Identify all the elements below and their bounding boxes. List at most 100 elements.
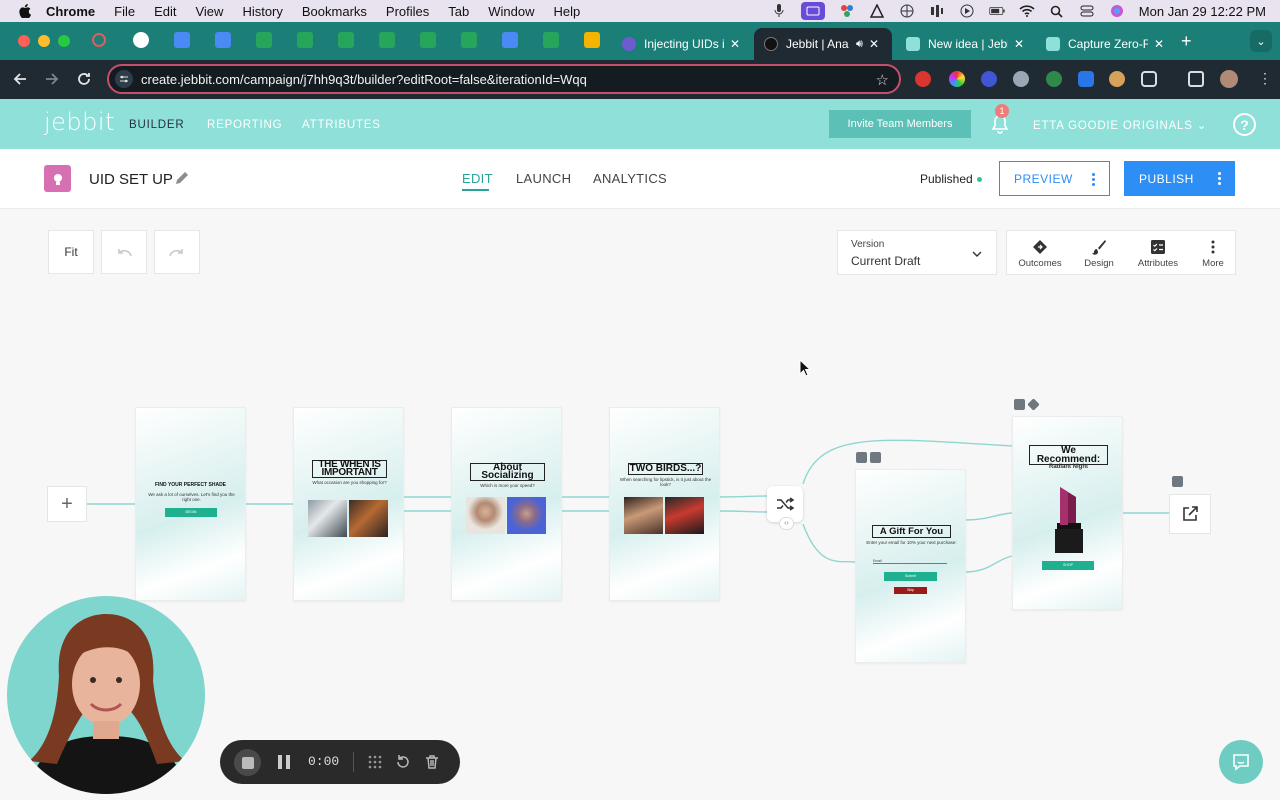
publish-options-icon[interactable] xyxy=(1218,172,1221,185)
minimize-window-button[interactable] xyxy=(38,35,50,47)
menu-history[interactable]: History xyxy=(242,4,282,19)
extension-gray-circle-icon[interactable] xyxy=(1013,71,1029,87)
side-panel-icon[interactable] xyxy=(1188,71,1204,87)
pause-icon[interactable] xyxy=(278,755,290,769)
pinned-tab-slides-icon[interactable] xyxy=(584,32,600,48)
preview-button[interactable]: PREVIEW xyxy=(999,161,1110,196)
audio-bars-icon[interactable] xyxy=(929,4,945,18)
bookmark-star-icon[interactable]: ☆ xyxy=(876,71,889,89)
close-tab-icon[interactable]: ✕ xyxy=(1014,37,1024,51)
wifi-icon[interactable] xyxy=(1019,4,1035,18)
checklist-icon[interactable] xyxy=(870,452,881,463)
account-menu[interactable]: ETTA GOODIE ORIGINALS ⌄ xyxy=(1033,118,1207,132)
undo-button[interactable] xyxy=(101,230,147,274)
pinned-tab-sheets-icon[interactable] xyxy=(338,32,354,48)
nav-builder[interactable]: BUILDER xyxy=(129,119,184,131)
control-center-icon[interactable] xyxy=(1079,4,1095,18)
microphone-icon[interactable] xyxy=(771,4,787,18)
battery-icon[interactable] xyxy=(989,4,1005,18)
triangle-app-icon[interactable] xyxy=(869,4,885,18)
menu-view[interactable]: View xyxy=(195,4,223,19)
extensions-puzzle-icon[interactable] xyxy=(1141,71,1157,87)
menu-edit[interactable]: Edit xyxy=(154,4,176,19)
pinned-tab-sheets-icon[interactable] xyxy=(543,32,559,48)
close-tab-icon[interactable]: ✕ xyxy=(869,37,879,51)
extension-badge-icon[interactable] xyxy=(1046,71,1062,87)
drag-grid-icon[interactable] xyxy=(367,754,383,770)
apple-icon[interactable] xyxy=(18,4,32,18)
tab-analytics[interactable]: ANALYTICS xyxy=(593,171,667,186)
close-tab-icon[interactable]: ✕ xyxy=(730,37,740,51)
new-tab-plus-icon[interactable]: + xyxy=(1181,32,1192,50)
invite-team-members-button[interactable]: Invite Team Members xyxy=(829,110,971,138)
pinned-tab-sheets-icon[interactable] xyxy=(379,32,395,48)
pinned-tab-docs-icon[interactable] xyxy=(215,32,231,48)
chat-launcher-button[interactable] xyxy=(1219,740,1263,784)
flow-screen-occasion[interactable]: THE WHEN IS IMPORTANT What occasion are … xyxy=(293,407,404,601)
pinned-tab-sheets-icon[interactable] xyxy=(297,32,313,48)
jebbit-logo[interactable]: jebbit xyxy=(44,108,115,136)
close-window-button[interactable] xyxy=(18,35,30,47)
site-info-icon[interactable] xyxy=(115,70,133,88)
screen-record-icon[interactable] xyxy=(800,2,825,20)
outcome-diamond-icon[interactable] xyxy=(1027,398,1040,411)
forward-arrow-icon[interactable] xyxy=(44,71,60,87)
menu-app-name[interactable]: Chrome xyxy=(46,4,95,19)
tab-injecting-uids[interactable]: Injecting UIDs i ✕ xyxy=(612,28,750,60)
reload-icon[interactable] xyxy=(76,71,92,87)
flow-screen-two-birds[interactable]: TWO BIRDS...? When searching for lipstic… xyxy=(609,407,720,601)
contact-card-icon[interactable] xyxy=(856,452,867,463)
menu-file[interactable]: File xyxy=(114,4,135,19)
edit-pencil-icon[interactable] xyxy=(173,169,191,187)
design-tool[interactable]: Design xyxy=(1078,231,1120,276)
close-tab-icon[interactable]: ✕ xyxy=(1154,37,1164,51)
pinned-tab-sheets-icon[interactable] xyxy=(420,32,436,48)
redo-button[interactable] xyxy=(154,230,200,274)
stop-recording-button[interactable] xyxy=(234,749,261,776)
nav-reporting[interactable]: REPORTING xyxy=(207,119,282,131)
chrome-menu-icon[interactable]: ⋮ xyxy=(1258,70,1272,87)
tab-jebbit-analytics[interactable]: Jebbit | Ana 🔊︎ ✕ xyxy=(754,28,892,60)
menu-window[interactable]: Window xyxy=(488,4,534,19)
menu-clock[interactable]: Mon Jan 29 12:22 PM xyxy=(1139,4,1266,19)
trash-icon[interactable] xyxy=(424,754,440,770)
menu-bookmarks[interactable]: Bookmarks xyxy=(302,4,367,19)
back-arrow-icon[interactable] xyxy=(12,71,28,87)
code-icon[interactable]: ‹› xyxy=(779,517,794,530)
url-text[interactable]: create.jebbit.com/campaign/j7hh9q3t/buil… xyxy=(141,72,587,87)
fit-button[interactable]: Fit xyxy=(48,230,94,274)
menu-profiles[interactable]: Profiles xyxy=(386,4,429,19)
preview-options-icon[interactable] xyxy=(1092,173,1095,186)
colorful-app-icon[interactable] xyxy=(839,4,855,18)
flow-screen-gift[interactable]: A Gift For You Enter your email for 10% … xyxy=(855,469,966,663)
version-select[interactable]: Version Current Draft xyxy=(837,230,997,275)
search-icon[interactable] xyxy=(1049,4,1065,18)
publish-button[interactable]: PUBLISH xyxy=(1124,161,1235,196)
profile-avatar[interactable] xyxy=(1220,70,1238,88)
tab-edit[interactable]: EDIT xyxy=(462,171,493,186)
extension-flag-icon[interactable] xyxy=(1078,71,1094,87)
flow-screen-intro[interactable]: FIND YOUR PERFECT SHADE We ask a lot of … xyxy=(135,407,246,601)
siri-icon[interactable] xyxy=(1109,4,1125,18)
flow-screen-socializing[interactable]: About Socializing Which is more your spe… xyxy=(451,407,562,601)
extension-blue-circle-icon[interactable] xyxy=(981,71,997,87)
maximize-window-button[interactable] xyxy=(58,35,70,47)
tab-launch[interactable]: LAUNCH xyxy=(516,171,571,186)
nav-attributes[interactable]: ATTRIBUTES xyxy=(302,119,381,131)
attributes-tool[interactable]: Attributes xyxy=(1134,231,1182,276)
pinned-tab-calendar-icon[interactable] xyxy=(174,32,190,48)
pinned-tab-sheets-icon[interactable] xyxy=(256,32,272,48)
checklist-icon[interactable] xyxy=(1014,399,1025,410)
pinned-tab-record-icon[interactable] xyxy=(92,33,106,47)
restart-icon[interactable] xyxy=(395,754,411,770)
tab-search-chevron-icon[interactable]: ⌄ xyxy=(1250,30,1272,52)
pinned-tab-docs-icon[interactable] xyxy=(502,32,518,48)
add-screen-plus-icon[interactable]: + xyxy=(47,486,87,522)
extension-red-icon[interactable] xyxy=(915,71,931,87)
extension-cookie-icon[interactable] xyxy=(1109,71,1125,87)
tab-capture-zero[interactable]: Capture Zero-F ✕ xyxy=(1036,28,1174,60)
more-tool[interactable]: More xyxy=(1195,231,1231,276)
pinned-tab-framer-icon[interactable] xyxy=(133,32,149,48)
checklist-icon[interactable] xyxy=(1172,476,1183,487)
outcomes-tool[interactable]: Outcomes xyxy=(1015,231,1065,276)
